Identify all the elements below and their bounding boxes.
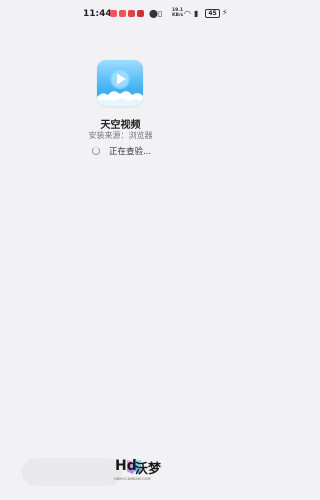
- status-time: 11:44: [83, 9, 112, 19]
- wifi-icon: ◠: [184, 9, 191, 18]
- notification-icon: [137, 10, 144, 17]
- watermark-logo: Hd 沃梦 HDHOCDREAM.COM: [113, 458, 173, 488]
- location-icon: ⬤: [149, 9, 158, 18]
- verification-status: 正在查验...: [92, 145, 151, 157]
- watermark-latin: Hd: [115, 458, 137, 474]
- bottom-action-button[interactable]: [22, 458, 122, 486]
- notification-icon: [119, 10, 126, 17]
- network-speed: 19.1 KB/s: [172, 8, 184, 18]
- battery-icon: 45: [205, 9, 220, 18]
- loading-spinner-icon: [92, 147, 100, 155]
- verification-status-text: 正在查验...: [109, 147, 152, 157]
- watermark-chinese: 沃梦: [135, 462, 162, 477]
- signal-icon: ▮: [194, 9, 199, 18]
- watermark-sub: HDHOCDREAM.COM: [114, 477, 151, 481]
- notification-icon: [128, 10, 135, 17]
- app-icon: [97, 60, 143, 106]
- app-name: 天空视频: [100, 120, 141, 131]
- charging-icon: ⚡: [222, 8, 228, 17]
- installer-screen: 11:44 ⬤ ▯ 19.1 KB/s ◠ ▮ 45 ⚡ 天空视频 安装来源：浏…: [0, 0, 241, 500]
- vibrate-icon: ▯: [158, 9, 163, 18]
- install-source: 安装来源：浏览器: [88, 131, 153, 140]
- notification-icon: [110, 10, 117, 17]
- status-bar: 11:44 ⬤ ▯ 19.1 KB/s ◠ ▮ 45 ⚡: [0, 0, 241, 26]
